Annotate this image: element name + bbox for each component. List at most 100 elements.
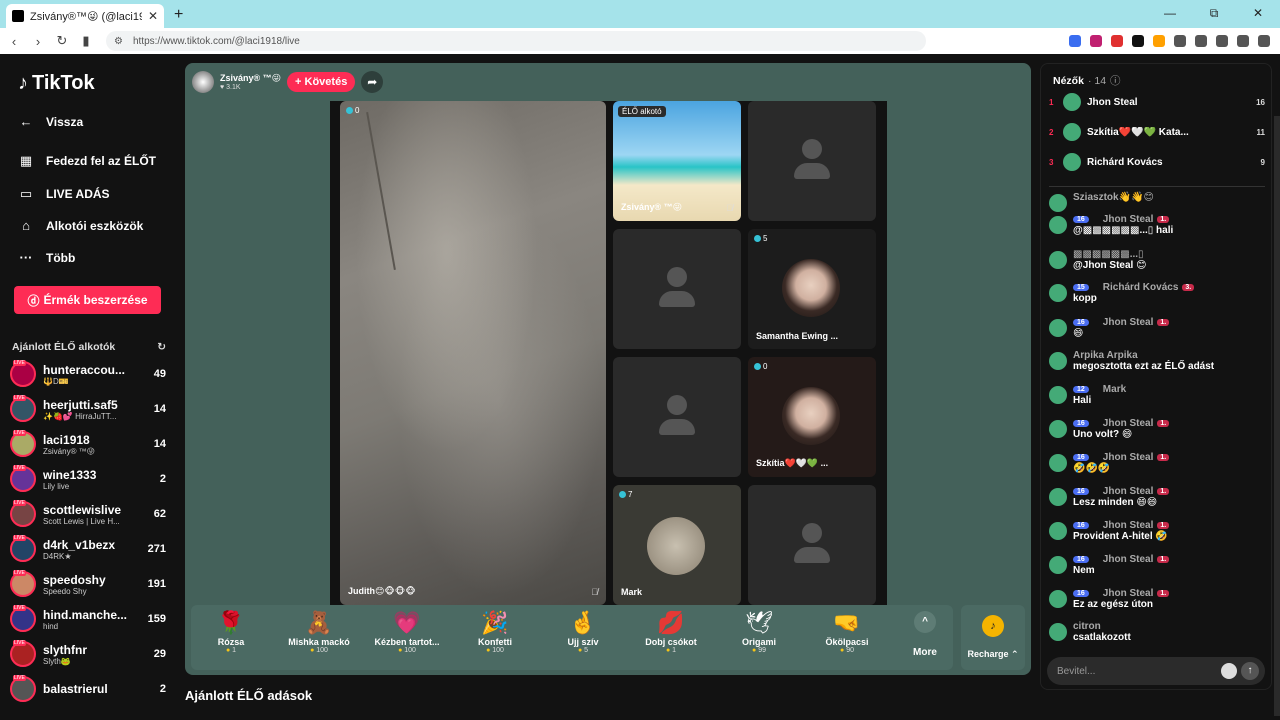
chat-avatar[interactable] [1049, 420, 1067, 438]
extension-icon[interactable] [1090, 35, 1102, 47]
music-icon[interactable] [1195, 35, 1207, 47]
nav-creator-tools[interactable]: ⌂ Alkotói eszközök [18, 218, 143, 233]
creator-item[interactable]: heerjutti.saf5✨🍓💕 HirraJuTT...14 [10, 394, 166, 424]
recharge-button[interactable]: ♪ Recharge ⌃ [961, 605, 1025, 670]
maximize-button[interactable]: ⧉ [1192, 0, 1236, 28]
tiktok-logo[interactable]: ♪ TikTok [18, 72, 95, 95]
empty-guest-slot[interactable] [748, 485, 876, 605]
host-avatar[interactable] [192, 71, 214, 93]
gift-item[interactable]: 🌹 Rózsa1 [191, 609, 271, 654]
new-tab-button[interactable]: + [174, 6, 183, 24]
chat-username[interactable]: Jhon Steal [1103, 520, 1154, 531]
send-icon[interactable]: ↑ [1241, 662, 1259, 680]
close-tab-icon[interactable]: ✕ [148, 9, 158, 23]
chat-avatar[interactable] [1049, 352, 1067, 370]
guest-slot-samantha[interactable]: 5 Samantha Ewing ... [748, 229, 876, 349]
creator-item[interactable]: slythfnrSlyth🐸29 [10, 639, 166, 669]
chat-username[interactable]: Jhon Steal [1103, 418, 1154, 429]
empty-guest-slot[interactable] [613, 357, 741, 477]
chat-avatar[interactable] [1049, 488, 1067, 506]
extension-icon[interactable] [1132, 35, 1144, 47]
extension-icon[interactable] [1153, 35, 1165, 47]
profile-icon[interactable] [1237, 35, 1249, 47]
chat-avatar[interactable] [1049, 386, 1067, 404]
share-icon[interactable]: ➦ [361, 71, 384, 93]
get-coins-button[interactable]: ⓓ Érmék beszerzése [14, 286, 161, 314]
creator-item[interactable]: speedoshySpeedo Shy191 [10, 569, 166, 599]
chat-username[interactable]: Jhon Steal [1103, 486, 1154, 497]
info-icon[interactable]: ⓘ [1110, 73, 1121, 88]
creator-item[interactable]: wine1333Lily live2 [10, 464, 166, 494]
gift-item[interactable]: 💋 Dobj csókot1 [631, 609, 711, 654]
page-scrollbar[interactable] [1274, 116, 1280, 716]
chat-username[interactable]: Arpika Arpika [1073, 350, 1138, 361]
chat-avatar[interactable] [1049, 556, 1067, 574]
nav-go-live[interactable]: ▭ LIVE ADÁS [18, 186, 110, 202]
extension-icon[interactable] [1069, 35, 1081, 47]
gift-item[interactable]: 🤜 Ököl­pacsi90 [807, 609, 887, 654]
gift-item[interactable]: 🎉 Konfetti100 [455, 609, 535, 654]
browser-tab[interactable]: Zsivány®™😜 (@laci1918) ÉL... ✕ [6, 4, 164, 28]
menu-icon[interactable] [1258, 35, 1270, 47]
chat-username[interactable]: citron [1073, 621, 1101, 632]
chat-avatar[interactable] [1049, 522, 1067, 540]
empty-guest-slot[interactable] [613, 229, 741, 349]
nav-more[interactable]: ··· Több [18, 250, 76, 265]
chat-avatar[interactable] [1049, 319, 1067, 337]
host-name[interactable]: Zsivány® ™😜 [220, 73, 281, 84]
gift-item[interactable]: 🤞 Ujj szív5 [543, 609, 623, 654]
creator-item[interactable]: hunteraccou...🔱D🎫49 [10, 359, 166, 389]
url-field[interactable]: ⚙ https://www.tiktok.com/@laci1918/live [106, 31, 926, 51]
creator-item[interactable]: scottlewisliveScott Lewis | Live H...62 [10, 499, 166, 529]
chat-username[interactable]: Sziasztok👋👋😊 [1073, 192, 1154, 203]
gift-item[interactable]: 🕊 Origami99 [719, 609, 799, 654]
follow-button[interactable]: + Követés [287, 72, 356, 92]
chat-avatar[interactable] [1049, 284, 1067, 302]
chat-avatar[interactable] [1049, 590, 1067, 608]
creator-item[interactable]: d4rk_v1bezxD4RK★271 [10, 534, 166, 564]
back-icon[interactable]: ‹ [4, 34, 24, 49]
chat-avatar[interactable] [1049, 194, 1067, 212]
site-settings-icon[interactable]: ⚙ [114, 36, 123, 47]
chat-username[interactable]: Jhon Steal [1103, 588, 1154, 599]
minimize-button[interactable]: — [1148, 0, 1192, 28]
creator-item[interactable]: balastrierul 2 [10, 674, 166, 704]
refresh-icon[interactable]: ↻ [157, 341, 166, 353]
creator-item[interactable]: laci1918Zsivány® ™😜14 [10, 429, 166, 459]
extension-icon[interactable] [1174, 35, 1186, 47]
viewer-row[interactable]: 2 Szkítia❤️🤍💚 Kata... 11 [1049, 122, 1265, 142]
chat-avatar[interactable] [1049, 623, 1067, 641]
chat-username[interactable]: Jhon Steal [1103, 452, 1154, 463]
sidebar-icon[interactable] [1216, 35, 1228, 47]
extension-icon[interactable] [1111, 35, 1123, 47]
emoji-icon[interactable] [1221, 663, 1237, 679]
empty-guest-slot[interactable] [748, 101, 876, 221]
chat-username[interactable]: Jhon Steal [1103, 554, 1154, 565]
chat-username[interactable]: ▩▩▩▩▩▩...▯ [1073, 249, 1144, 260]
chat-username[interactable]: Jhon Steal [1103, 214, 1154, 225]
main-guest-video[interactable]: 0 Judith😊🐵🐵🐵 🎙̸ [340, 101, 606, 605]
nav-explore-live[interactable]: ▦ Fedezd fel az ÉLŐT [18, 153, 156, 169]
close-window-button[interactable]: ✕ [1236, 0, 1280, 28]
chat-username[interactable]: Richárd Kovács [1103, 282, 1179, 293]
forward-icon[interactable]: › [28, 34, 48, 49]
nav-back[interactable]: ← Vissza [18, 114, 84, 129]
gift-item[interactable]: 🧸 Mishka mackó100 [279, 609, 359, 654]
chat-avatar[interactable] [1049, 454, 1067, 472]
chat-input[interactable]: Bevitel... ↑ [1047, 657, 1265, 685]
gift-price: 100 [367, 647, 447, 654]
viewer-row[interactable]: 1 Jhon Steal 16 [1049, 92, 1265, 112]
guest-slot-host[interactable]: ÉLŐ alkotó Zsivány® ™😜 🎙̸ [613, 101, 741, 221]
reload-icon[interactable]: ↻ [52, 33, 72, 49]
bookmark-icon[interactable]: ▮ [76, 33, 96, 49]
chat-avatar[interactable] [1049, 216, 1067, 234]
chat-username[interactable]: Jhon Steal [1103, 317, 1154, 328]
guest-slot-szkitia[interactable]: 0 Szkítia❤️🤍💚 ... [748, 357, 876, 477]
more-gifts-button[interactable]: ^ More [905, 611, 945, 658]
creator-item[interactable]: hind.manche...hind159 [10, 604, 166, 634]
chat-username[interactable]: Mark [1103, 384, 1126, 395]
chat-avatar[interactable] [1049, 251, 1067, 269]
viewer-row[interactable]: 3 Richárd Kovács 9 [1049, 152, 1265, 172]
guest-slot-mark[interactable]: 7 Mark [613, 485, 741, 605]
gift-item[interactable]: 💗 Kézben tartot...100 [367, 609, 447, 654]
